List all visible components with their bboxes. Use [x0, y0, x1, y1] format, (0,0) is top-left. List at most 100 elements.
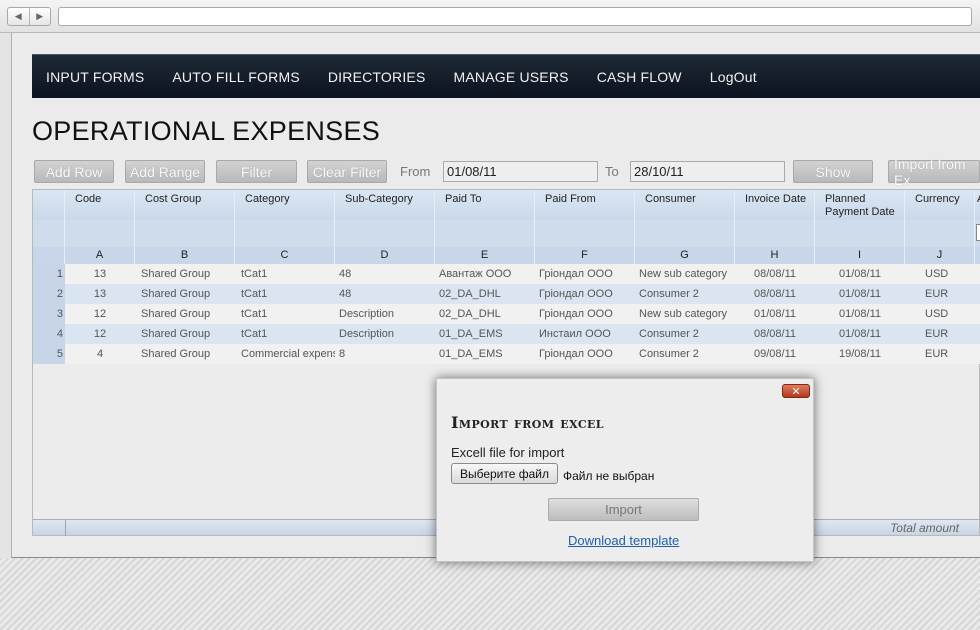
table-cell[interactable]: Description [335, 304, 435, 324]
header-sub-category[interactable]: Sub-Category [335, 190, 435, 220]
table-cell[interactable]: Consumer 2 [635, 344, 735, 364]
header-currency[interactable]: Currency [905, 190, 975, 220]
table-cell[interactable]: 01_DA_EMS [435, 324, 535, 344]
table-cell[interactable]: Consumer 2 [635, 324, 735, 344]
header-truncated[interactable]: A [975, 190, 980, 220]
filter-cell[interactable] [535, 220, 635, 247]
table-cell[interactable]: 08/08/11 [735, 284, 815, 304]
table-cell[interactable]: EUR [905, 284, 975, 304]
header-cost-group[interactable]: Cost Group [135, 190, 235, 220]
download-template-link[interactable]: Download template [568, 533, 679, 548]
back-arrow-icon[interactable]: ◀ [8, 8, 30, 25]
table-cell[interactable]: EUR [905, 344, 975, 364]
table-cell[interactable]: 12 [65, 324, 135, 344]
from-date-input[interactable]: 01/08/11 [443, 161, 598, 182]
table-cell[interactable]: Consumer 2 [635, 284, 735, 304]
table-cell[interactable]: 48 [335, 264, 435, 284]
nav-input-forms[interactable]: INPUT FORMS [46, 69, 144, 85]
table-cell[interactable]: Гріондал ООО [535, 284, 635, 304]
table-cell[interactable]: 19/08/11 [815, 344, 905, 364]
header-planned-payment-date[interactable]: Planned Payment Date [815, 190, 905, 220]
table-cell[interactable]: USD [905, 304, 975, 324]
import-button[interactable]: Import [548, 498, 699, 521]
choose-file-button[interactable]: Выберите файл [451, 463, 558, 484]
table-cell[interactable]: EUR [905, 324, 975, 344]
table-cell[interactable]: Гріондал ООО [535, 264, 635, 284]
forward-arrow-icon[interactable]: ▶ [30, 8, 51, 25]
table-cell[interactable]: Shared Group [135, 304, 235, 324]
filter-cell[interactable] [735, 220, 815, 247]
table-cell[interactable]: 02_DA_DHL [435, 304, 535, 324]
table-cell[interactable]: 8 [335, 344, 435, 364]
nav-cash-flow[interactable]: CASH FLOW [597, 69, 682, 85]
add-range-button[interactable]: Add Range [125, 160, 205, 183]
table-cell[interactable]: 12 [65, 304, 135, 324]
table-cell[interactable]: 09/08/11 [735, 344, 815, 364]
table-cell[interactable]: 01/08/11 [815, 284, 905, 304]
filter-cell[interactable] [815, 220, 905, 247]
filter-cell[interactable] [235, 220, 335, 247]
table-cell[interactable]: Commercial expense [235, 344, 335, 364]
table-cell[interactable]: New sub category [635, 304, 735, 324]
table-cell[interactable]: 01/08/11 [815, 324, 905, 344]
nav-directories[interactable]: DIRECTORIES [328, 69, 426, 85]
table-row[interactable]: 2 13 Shared Group tCat1 48 02_DA_DHL Гріондал … [33, 284, 980, 304]
to-date-input[interactable]: 28/10/11 [630, 161, 785, 182]
filter-cell[interactable] [335, 220, 435, 247]
header-invoice-date[interactable]: Invoice Date [735, 190, 815, 220]
table-row[interactable]: 3 12 Shared Group tCat1 Description 02_DA_DHL… [33, 304, 980, 324]
table-cell[interactable]: New sub category [635, 264, 735, 284]
table-cell[interactable]: Авантаж ООО [435, 264, 535, 284]
header-paid-to[interactable]: Paid To [435, 190, 535, 220]
clear-filter-button[interactable]: Clear Filter [307, 160, 387, 183]
import-from-excel-button[interactable]: Import from Ex [888, 156, 980, 188]
table-cell[interactable]: tCat1 [235, 264, 335, 284]
table-cell[interactable]: 48 [335, 284, 435, 304]
filter-button[interactable]: Filter [216, 160, 297, 183]
grid-filter-row [33, 220, 980, 247]
filter-cell[interactable] [435, 220, 535, 247]
filter-cell[interactable] [635, 220, 735, 247]
table-cell[interactable]: 01/08/11 [815, 264, 905, 284]
filter-cell[interactable] [135, 220, 235, 247]
table-cell[interactable]: 13 [65, 284, 135, 304]
nav-logout[interactable]: LogOut [710, 69, 757, 85]
table-cell[interactable]: 01/08/11 [815, 304, 905, 324]
table-cell[interactable]: 01/08/11 [735, 304, 815, 324]
table-cell[interactable]: USD [905, 264, 975, 284]
filter-cell[interactable] [65, 220, 135, 247]
table-cell[interactable]: Shared Group [135, 324, 235, 344]
header-paid-from[interactable]: Paid From [535, 190, 635, 220]
table-cell[interactable]: Shared Group [135, 284, 235, 304]
header-code[interactable]: Code [65, 190, 135, 220]
table-cell[interactable]: 13 [65, 264, 135, 284]
show-button[interactable]: Show [793, 160, 873, 183]
table-cell[interactable]: 08/08/11 [735, 324, 815, 344]
table-cell[interactable]: 01_DA_EMS [435, 344, 535, 364]
table-cell[interactable]: Инстаил ООО [535, 324, 635, 344]
table-cell[interactable]: 02_DA_DHL [435, 284, 535, 304]
table-cell[interactable]: Shared Group [135, 264, 235, 284]
header-category[interactable]: Category [235, 190, 335, 220]
table-cell[interactable]: Гріондал ООО [535, 304, 635, 324]
nav-auto-fill-forms[interactable]: AUTO FILL FORMS [172, 69, 299, 85]
table-row[interactable]: 1 13 Shared Group tCat1 48 Авантаж ООО Гріонда… [33, 264, 980, 284]
filter-edge-input[interactable] [976, 224, 980, 241]
table-cell[interactable]: 08/08/11 [735, 264, 815, 284]
close-icon[interactable]: ✕ [782, 384, 810, 398]
add-row-button[interactable]: Add Row [34, 160, 114, 183]
table-row[interactable]: 5 4 Shared Group Commercial expense 8 01_DA_E… [33, 344, 980, 364]
nav-manage-users[interactable]: MANAGE USERS [453, 69, 568, 85]
table-cell[interactable]: tCat1 [235, 324, 335, 344]
table-cell[interactable]: Description [335, 324, 435, 344]
address-bar[interactable] [58, 7, 972, 26]
table-cell[interactable]: Гріондал ООО [535, 344, 635, 364]
table-row[interactable]: 4 12 Shared Group tCat1 Description 01_DA_EMS… [33, 324, 980, 344]
table-cell[interactable]: 4 [65, 344, 135, 364]
header-consumer[interactable]: Consumer [635, 190, 735, 220]
table-cell[interactable]: tCat1 [235, 304, 335, 324]
table-cell[interactable]: tCat1 [235, 284, 335, 304]
dialog-title: Import from excel [451, 413, 604, 432]
table-cell[interactable]: Shared Group [135, 344, 235, 364]
filter-cell[interactable] [905, 220, 975, 247]
